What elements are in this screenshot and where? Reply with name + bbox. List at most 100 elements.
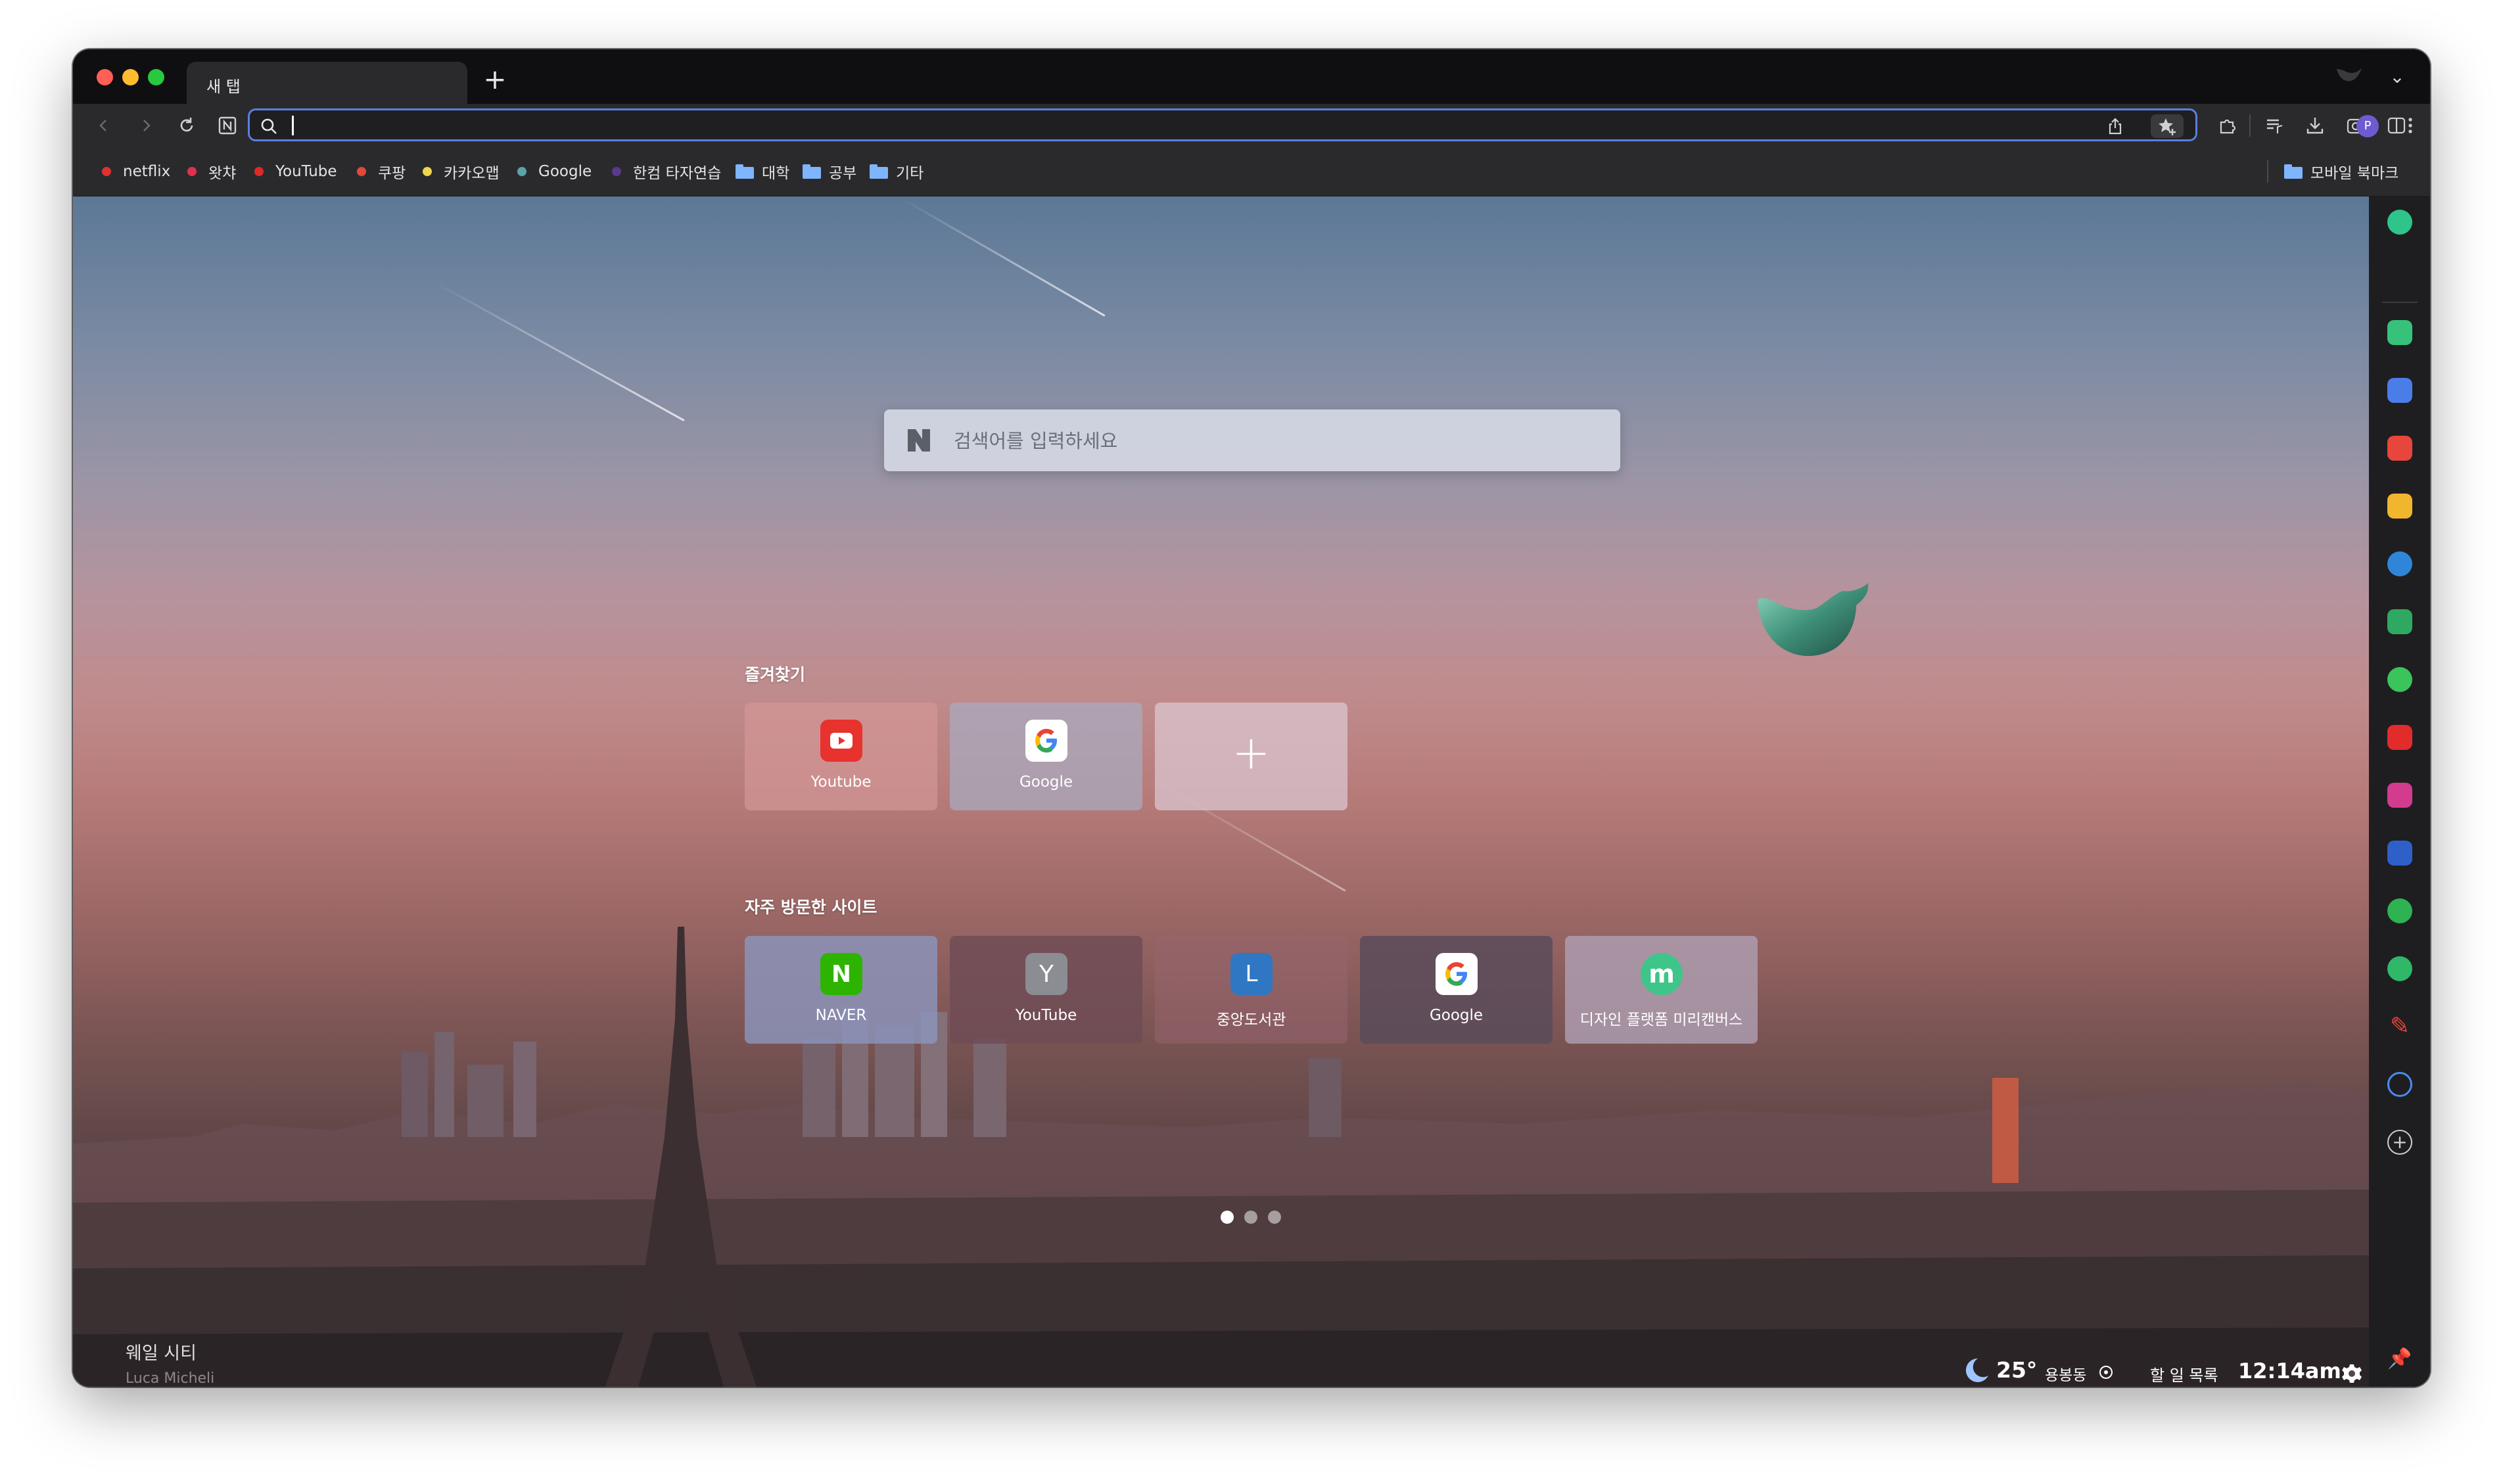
reading-list-button[interactable]: [2259, 110, 2289, 141]
frequent-label: 중앙도서관: [1216, 1011, 1286, 1029]
coupang-favicon-icon: [357, 167, 366, 176]
favorites-star-icon[interactable]: [2387, 494, 2412, 519]
memo-icon[interactable]: [2387, 609, 2412, 634]
main-menu-button[interactable]: [2397, 110, 2423, 141]
bookmark-folder-mobile[interactable]: 모바일 북마크: [2284, 147, 2398, 196]
bookmark-label: YouTube: [275, 163, 337, 180]
messenger-icon[interactable]: [2387, 667, 2412, 692]
bookmark-watcha[interactable]: 왓챠: [187, 147, 236, 196]
frequent-tile-miricanvas[interactable]: m 디자인 플랫폼 미리캔버스: [1565, 936, 1758, 1044]
add-favorite-button[interactable]: +: [1155, 703, 1347, 810]
share-button[interactable]: [2103, 114, 2127, 138]
translate-globe-icon[interactable]: [2387, 551, 2412, 576]
meteor-streak: [431, 279, 685, 422]
weather-refresh-icon[interactable]: [2097, 1364, 2115, 1381]
bookmark-youtube[interactable]: YouTube: [254, 147, 337, 196]
bookmark-label: 공부: [829, 165, 857, 182]
favorite-label: Youtube: [810, 774, 872, 791]
toolbar-divider: [2249, 114, 2251, 137]
add-icon: +: [1232, 726, 1271, 779]
search-box[interactable]: [884, 409, 1620, 471]
new-tab-button[interactable]: +: [479, 64, 511, 97]
pin-icon[interactable]: 📌: [2387, 1347, 2412, 1372]
whale-logo-icon: [2337, 68, 2362, 81]
library-letter-icon: L: [1230, 953, 1273, 995]
page-dot[interactable]: [1268, 1211, 1281, 1224]
background-author: Luca Micheli: [126, 1370, 215, 1387]
naver-n-icon: [218, 116, 237, 135]
star-plus-icon: [2159, 118, 2176, 135]
bookmark-google[interactable]: Google: [517, 147, 592, 196]
youtube-sidebar-icon[interactable]: [2387, 725, 2412, 750]
address-input[interactable]: [289, 113, 2067, 139]
bookmarks-bar: netflix 왓챠 YouTube 쿠팡 카카오맵 Google 한컴 타자연…: [73, 147, 2430, 197]
calendar-icon[interactable]: [2387, 378, 2412, 403]
bookmark-star-button[interactable]: [2151, 114, 2184, 138]
page-dot[interactable]: [1244, 1211, 1257, 1224]
address-bar[interactable]: [248, 108, 2197, 141]
tab-new-tab[interactable]: 새 탭: [187, 62, 467, 104]
reload-button[interactable]: [172, 110, 202, 141]
bookmark-folder-university[interactable]: 대학: [736, 147, 789, 196]
weather-temperature: 25°: [1996, 1357, 2038, 1383]
bookmark-label: 한컴 타자연습: [633, 165, 722, 182]
todo-list-button[interactable]: 할 일 목록: [2150, 1362, 2218, 1385]
frequent-tile-library[interactable]: L 중앙도서관: [1155, 936, 1347, 1044]
favorite-label: Google: [1019, 774, 1073, 791]
bookmark-folder-etc[interactable]: 기타: [870, 147, 924, 196]
list-music-icon: [2267, 119, 2283, 133]
notification-bell-icon[interactable]: [2387, 320, 2412, 345]
bookmark-label: 대학: [762, 165, 790, 182]
frequent-tile-naver[interactable]: N NAVER: [745, 936, 937, 1044]
bookmark-label: 모바일 북마크: [2310, 165, 2399, 182]
profile-avatar[interactable]: P: [2356, 115, 2379, 137]
text-caret: [292, 116, 294, 135]
frequent-tile-google[interactable]: Google: [1360, 936, 1553, 1044]
background-title: 웨일 시티: [126, 1343, 197, 1364]
bookmarks-divider: [2267, 160, 2268, 183]
miricanvas-icon: m: [1641, 953, 1683, 995]
favorite-tile-google[interactable]: Google: [950, 703, 1142, 810]
frequent-tile-youtube[interactable]: Y YouTube: [950, 936, 1142, 1044]
bookmark-netflix[interactable]: netflix: [102, 147, 170, 196]
weather-location[interactable]: 용봉동: [2045, 1362, 2086, 1385]
bookmark-label: 왓챠: [208, 165, 237, 182]
more-vertical-icon: [2408, 118, 2412, 133]
bookmark-kakaomap[interactable]: 카카오맵: [423, 147, 500, 196]
search-input[interactable]: [952, 424, 1599, 458]
tab-list-chevron-icon[interactable]: ⌄: [2384, 64, 2410, 90]
game-icon[interactable]: [2387, 956, 2412, 981]
browser-window: 새 탭 + ⌄ P netflix 왓챠 YouTube 쿠팡 카카오맵 Goo…: [73, 49, 2430, 1387]
back-button[interactable]: [89, 110, 119, 141]
add-sidebar-app-icon[interactable]: +: [2387, 1130, 2412, 1155]
naver-home-button[interactable]: [212, 110, 243, 141]
bookmark-label: 쿠팡: [378, 165, 406, 182]
frequent-label: Google: [1429, 1007, 1484, 1024]
arrow-left-icon: [99, 120, 106, 131]
bookmark-coupang[interactable]: 쿠팡: [357, 147, 406, 196]
downloads-button[interactable]: [2300, 110, 2330, 141]
pen-tool-icon[interactable]: ✎: [2387, 1014, 2412, 1039]
weather-moon-icon: [1965, 1358, 1988, 1382]
favorite-tile-youtube[interactable]: Youtube: [745, 703, 937, 810]
whale-space-icon[interactable]: [2387, 210, 2412, 235]
hancom-favicon-icon: [612, 167, 621, 176]
calculator-icon[interactable]: [2387, 898, 2412, 923]
settings-gear-icon[interactable]: [2341, 1363, 2362, 1384]
close-window-button[interactable]: [97, 69, 113, 85]
minimize-window-button[interactable]: [122, 69, 139, 85]
forward-button[interactable]: [131, 110, 161, 141]
bookmark-folder-study[interactable]: 공부: [803, 147, 856, 196]
papago-translate-icon[interactable]: [2387, 841, 2412, 866]
page-dot-active[interactable]: [1221, 1211, 1234, 1224]
fullscreen-window-button[interactable]: [148, 69, 164, 85]
extensions-button[interactable]: [2212, 110, 2242, 141]
naver-logo-icon: [908, 429, 930, 452]
bookmark-hancom-typing[interactable]: 한컴 타자연습: [612, 147, 721, 196]
sidebar-divider: [2382, 302, 2418, 303]
pocket-icon[interactable]: [2387, 436, 2412, 461]
download-icon: [2306, 118, 2324, 134]
sports-ball-icon[interactable]: [2387, 1072, 2412, 1097]
bookmark-label: 기타: [896, 165, 924, 182]
instagram-icon[interactable]: [2387, 783, 2412, 808]
